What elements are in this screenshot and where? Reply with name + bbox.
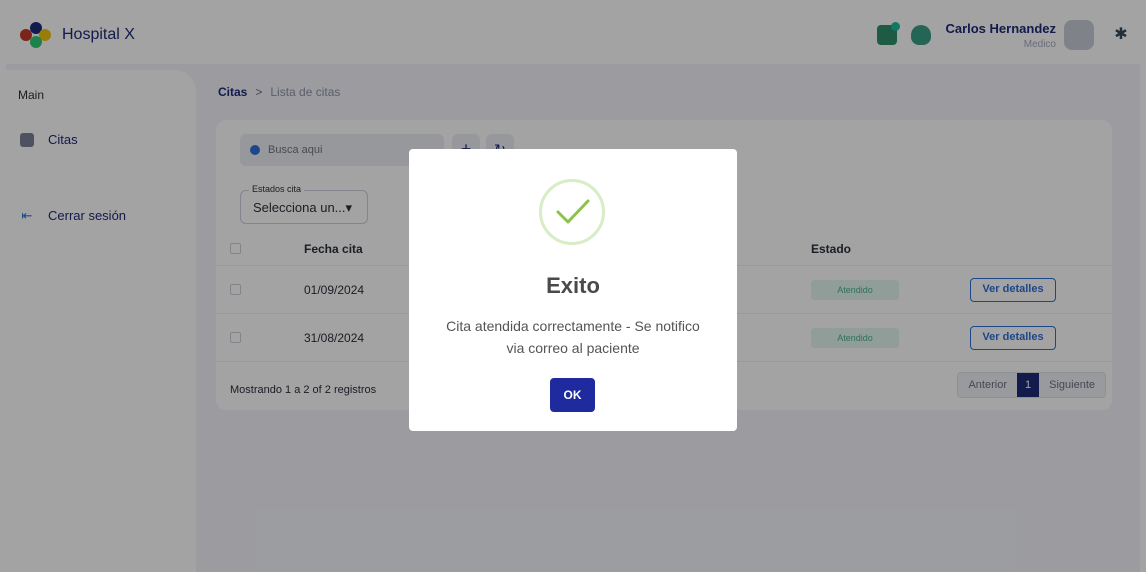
dialog-message: Cita atendida correctamente - Se notific… [446, 318, 700, 356]
ok-button[interactable]: OK [550, 378, 595, 412]
success-check-icon [539, 179, 605, 245]
dialog-title: Exito [546, 273, 600, 298]
success-dialog: Exito Cita atendida correctamente - Se n… [409, 149, 737, 431]
